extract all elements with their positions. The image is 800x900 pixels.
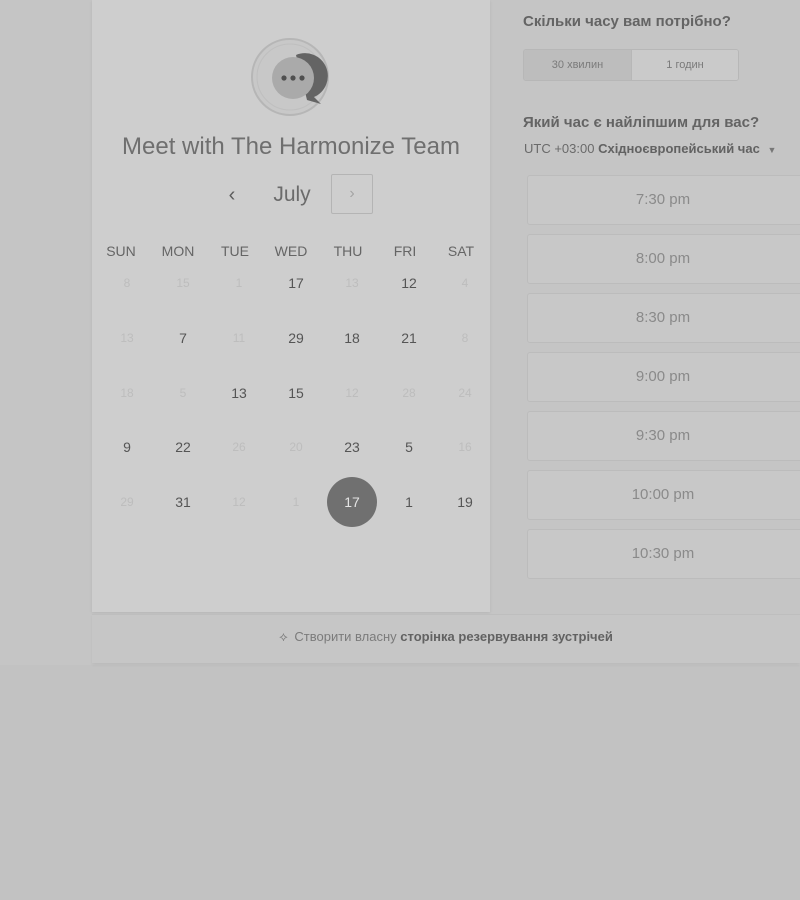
calendar-day: 16	[458, 440, 472, 454]
time-slot[interactable]: 9:30 pm	[527, 411, 800, 461]
calendar-day: 13	[120, 331, 134, 345]
prev-month-button[interactable]: ‹	[220, 180, 244, 210]
calendar-day[interactable]: 19	[440, 477, 490, 527]
calendar-day: 12	[345, 386, 359, 400]
time-slot[interactable]: 8:30 pm	[527, 293, 800, 343]
calendar-day: 8	[461, 331, 469, 345]
weekday-wed: WED	[274, 243, 308, 259]
calendar-day[interactable]: 21	[384, 313, 434, 363]
month-label: July	[273, 183, 311, 206]
time-slot[interactable]: 9:00 pm	[527, 352, 800, 402]
calendar-day: 5	[179, 386, 187, 400]
time-slot[interactable]: 8:00 pm	[527, 234, 800, 284]
calendar-day: 4	[461, 276, 469, 290]
calendar-day: 15	[176, 276, 190, 290]
time-slot[interactable]: 10:30 pm	[527, 529, 800, 579]
calendar-day-selected[interactable]: 17	[327, 477, 377, 527]
weekday-tue: TUE	[221, 243, 249, 259]
timezone-offset: UTC +03:00	[524, 141, 595, 156]
calendar-day[interactable]: 18	[327, 313, 377, 363]
calendar-day: 24	[458, 386, 472, 400]
calendar-day[interactable]: 22	[158, 422, 208, 472]
meeting-title: Meet with The Harmonize Team	[122, 133, 460, 160]
calendar-day: 11	[232, 331, 246, 345]
footer-bar: ⟡ Створити власну сторінка резервування …	[92, 614, 800, 663]
calendar-day: 1	[292, 495, 300, 509]
calendar-day: 18	[120, 386, 134, 400]
calendar-day: 13	[345, 276, 359, 290]
calendar-day[interactable]: 17	[271, 258, 321, 308]
calendar-day[interactable]: 15	[271, 368, 321, 418]
time-title: Який час є найліпшим для вас?	[523, 114, 760, 131]
calendar-day[interactable]: 5	[384, 422, 434, 472]
calendar-day: 12	[232, 495, 246, 509]
weekday-sat: SAT	[447, 243, 475, 259]
weekday-thu: THU	[333, 243, 363, 259]
timezone-name: Східноєвропейський час	[598, 141, 760, 156]
calendar-day: 28	[402, 386, 416, 400]
calendar-day[interactable]: 31	[158, 477, 208, 527]
calendar-day: 29	[120, 495, 134, 509]
calendar-day: 26	[232, 440, 246, 454]
calendar-day[interactable]: 1	[384, 477, 434, 527]
timezone-selector[interactable]: UTC +03:00 Східноєвропейський час ▼	[524, 141, 776, 156]
duration-1hour-button[interactable]: 1 годин	[632, 50, 738, 80]
chevron-down-icon: ▼	[767, 145, 777, 155]
calendar-day[interactable]: 12	[384, 258, 434, 308]
calendar-day: 8	[123, 276, 131, 290]
calendar-day[interactable]: 13	[214, 368, 264, 418]
weekday-fri: FRI	[393, 243, 417, 259]
create-booking-page-link[interactable]: сторінка резервування зустрічей	[400, 629, 613, 644]
calendar-day: 1	[235, 276, 243, 290]
calendar-day: 20	[289, 440, 303, 454]
weekday-mon: MON	[161, 243, 195, 259]
duration-30min-button[interactable]: 30 хвилин	[524, 50, 632, 80]
footer-text: ⟡ Створити власну сторінка резервування …	[92, 615, 800, 659]
chat-bubble-avatar-icon	[251, 38, 329, 116]
time-slot[interactable]: 7:30 pm	[527, 175, 800, 225]
duration-title: Скільки часу вам потрібно?	[523, 13, 731, 30]
calendar-day[interactable]: 29	[271, 313, 321, 363]
calendar-day[interactable]: 9	[102, 422, 152, 472]
time-slot[interactable]: 10:00 pm	[527, 470, 800, 520]
next-month-button[interactable]: ›	[331, 174, 373, 214]
calendar-day[interactable]: 23	[327, 422, 377, 472]
duration-selector: 30 хвилин 1 годин	[523, 49, 739, 81]
calendar-day[interactable]: 7	[158, 313, 208, 363]
weekday-sun: SUN	[106, 243, 136, 259]
month-navigation: ‹ July ›	[92, 174, 490, 216]
weekday-header: SUN MON TUE WED THU FRI SAT	[92, 243, 490, 259]
hubspot-sprocket-icon: ⟡	[279, 629, 288, 644]
footer-prefix: Створити власну	[294, 629, 397, 644]
